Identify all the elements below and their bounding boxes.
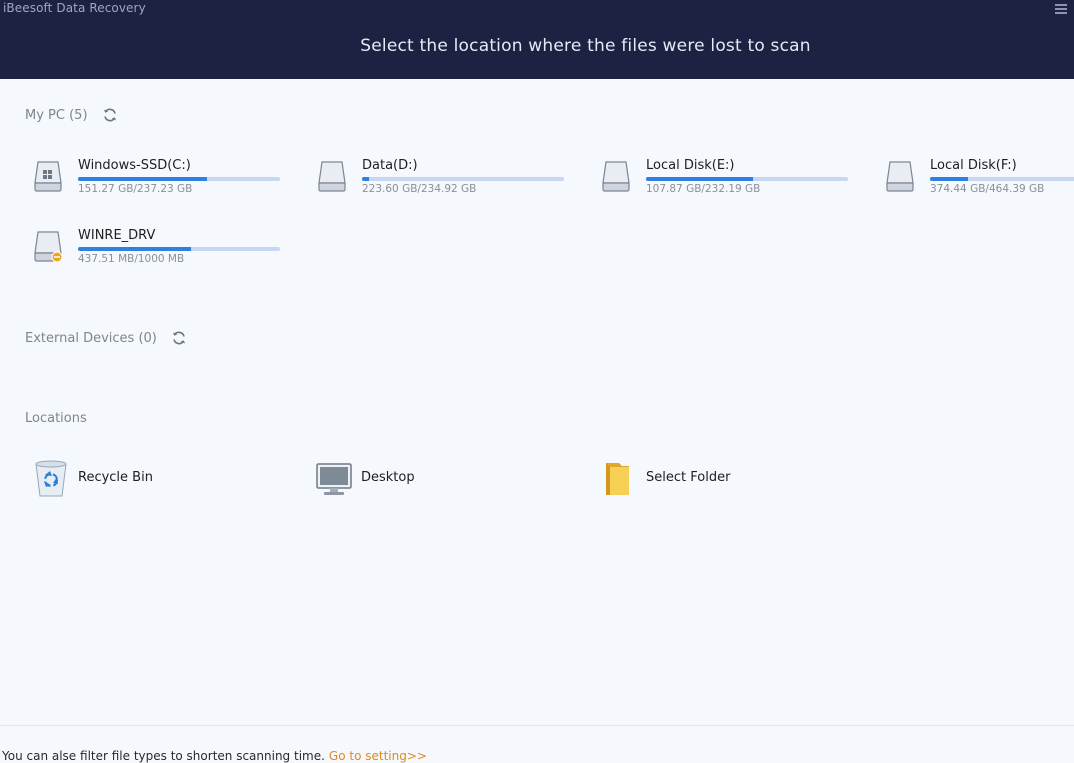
hard-drive-icon xyxy=(318,161,346,192)
location-select-folder[interactable]: Select Folder xyxy=(601,459,831,499)
folder-icon xyxy=(606,463,629,495)
app-title: iBeesoft Data Recovery xyxy=(3,1,146,15)
desktop-monitor-icon xyxy=(316,463,352,495)
my-pc-section-label: My PC (5) xyxy=(25,107,118,123)
drive-item-d[interactable]: Data(D:) 223.60 GB/234.92 GB xyxy=(309,158,569,208)
external-devices-label: External Devices xyxy=(25,330,135,346)
go-to-setting-link[interactable]: Go to setting>> xyxy=(329,749,427,763)
usage-bar xyxy=(78,247,280,251)
drive-name: Data(D:) xyxy=(362,158,418,173)
refresh-icon[interactable] xyxy=(171,330,187,346)
drive-item-f[interactable]: Local Disk(F:) 374.44 GB/464.39 GB xyxy=(877,158,1074,208)
refresh-icon[interactable] xyxy=(102,107,118,123)
drive-size: 151.27 GB/237.23 GB xyxy=(78,183,193,195)
footer-hint: You can alse filter file types to shorte… xyxy=(2,749,427,763)
drive-item-winre[interactable]: WINRE_DRV 437.51 MB/1000 MB xyxy=(25,228,285,278)
location-desktop[interactable]: Desktop xyxy=(316,459,546,499)
footer-text: You can alse filter file types to shorte… xyxy=(2,749,325,763)
hard-drive-icon xyxy=(886,161,914,192)
drive-name: Windows-SSD(C:) xyxy=(78,158,191,173)
my-pc-label: My PC xyxy=(25,107,65,123)
usage-bar xyxy=(362,177,564,181)
footer-divider xyxy=(0,725,1074,726)
drive-name: Local Disk(F:) xyxy=(930,158,1017,173)
windows-drive-icon xyxy=(34,161,62,192)
locations-label: Locations xyxy=(25,411,87,426)
usage-bar xyxy=(78,177,280,181)
drive-size: 223.60 GB/234.92 GB xyxy=(362,183,477,195)
location-name: Desktop xyxy=(361,470,415,485)
app-header: iBeesoft Data Recovery Select the locati… xyxy=(0,0,1074,79)
removable-drive-icon xyxy=(34,231,63,263)
drive-name: Local Disk(E:) xyxy=(646,158,735,173)
drive-size: 107.87 GB/232.19 GB xyxy=(646,183,761,195)
drive-size: 374.44 GB/464.39 GB xyxy=(930,183,1045,195)
location-name: Recycle Bin xyxy=(78,470,153,485)
location-recycle-bin[interactable]: Recycle Bin xyxy=(33,459,263,499)
page-title: Select the location where the files were… xyxy=(360,36,811,56)
usage-bar xyxy=(930,177,1074,181)
drive-item-c[interactable]: Windows-SSD(C:) 151.27 GB/237.23 GB xyxy=(25,158,285,208)
recycle-bin-icon xyxy=(35,460,67,497)
my-pc-count: (5) xyxy=(69,107,88,123)
external-devices-section-label: External Devices (0) xyxy=(25,330,187,346)
hamburger-menu-icon[interactable] xyxy=(1054,3,1068,15)
locations-section-label: Locations xyxy=(25,411,87,426)
drive-item-e[interactable]: Local Disk(E:) 107.87 GB/232.19 GB xyxy=(593,158,853,208)
drive-name: WINRE_DRV xyxy=(78,228,156,243)
location-name: Select Folder xyxy=(646,470,731,485)
external-devices-count: (0) xyxy=(138,330,157,346)
hard-drive-icon xyxy=(602,161,630,192)
usage-bar xyxy=(646,177,848,181)
drive-size: 437.51 MB/1000 MB xyxy=(78,253,185,265)
